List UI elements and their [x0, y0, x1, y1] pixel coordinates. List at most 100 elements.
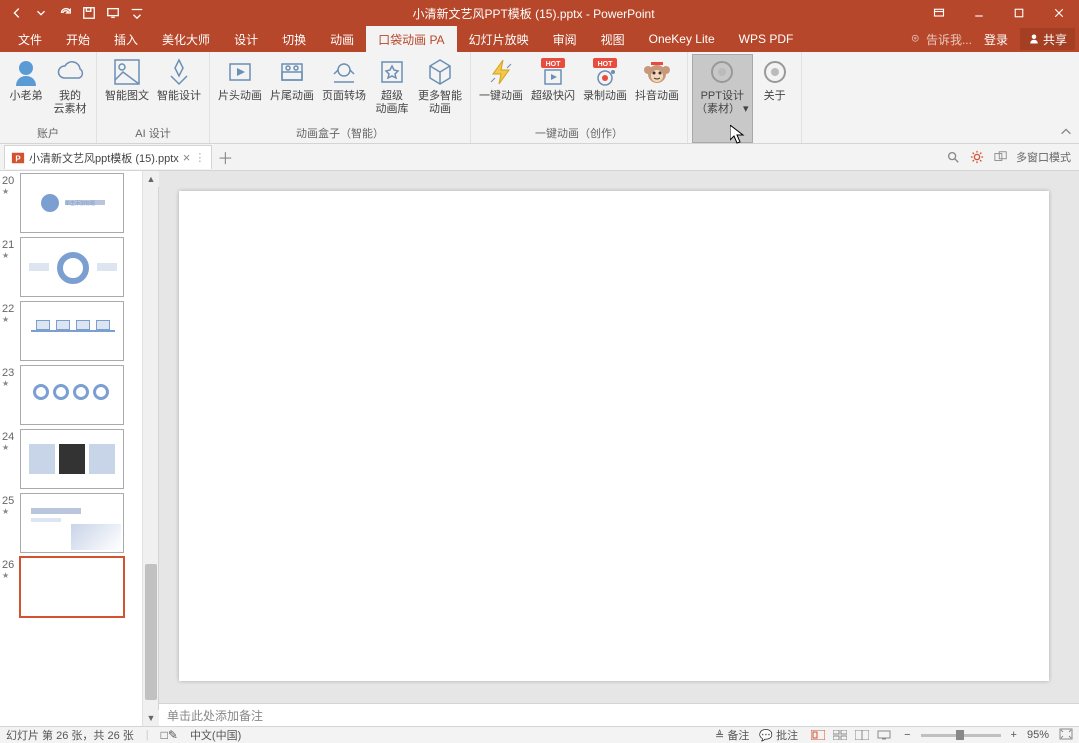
- menu-tab-3[interactable]: 美化大师: [150, 26, 222, 52]
- reading-view-icon[interactable]: [852, 728, 872, 742]
- comments-toggle[interactable]: 💬 批注: [759, 727, 798, 743]
- ribbon-item-label: 抖音动画: [635, 90, 679, 103]
- thumbnail-22[interactable]: 22★: [2, 301, 142, 361]
- language-status[interactable]: 中文(中国): [190, 727, 241, 743]
- thumbnail-26[interactable]: 26★: [2, 557, 142, 617]
- ribbon-item-label: 片尾动画: [270, 90, 314, 103]
- menu-tab-4[interactable]: 设计: [222, 26, 270, 52]
- ribbon-item-3-3[interactable]: 抖音动画: [631, 54, 683, 124]
- thumbnail-24[interactable]: 24★: [2, 429, 142, 489]
- menu-tab-2[interactable]: 插入: [102, 26, 150, 52]
- present-icon[interactable]: [102, 2, 124, 24]
- ribbon-item-4-1[interactable]: 关于: [753, 54, 797, 143]
- ribbon-item-3-1[interactable]: HOT超级快闪: [527, 54, 579, 124]
- ribbon-item-2-1[interactable]: 片尾动画: [266, 54, 318, 124]
- back-icon[interactable]: [6, 2, 28, 24]
- fit-window-icon[interactable]: [1059, 728, 1073, 743]
- scroll-down-icon[interactable]: ▼: [143, 710, 159, 726]
- menu-tab-10[interactable]: 视图: [589, 26, 637, 52]
- spellcheck-icon[interactable]: □✎: [161, 728, 178, 742]
- zoom-out-icon[interactable]: −: [904, 729, 910, 741]
- slide-canvas[interactable]: [179, 191, 1049, 681]
- thumbnail-23[interactable]: 23★: [2, 365, 142, 425]
- zoom-slider[interactable]: [921, 734, 1001, 737]
- notes-toggle[interactable]: ≜ 备注: [715, 727, 749, 743]
- menu-tab-8[interactable]: 幻灯片放映: [457, 26, 541, 52]
- document-tab[interactable]: P 小清新文艺风ppt模板 (15).pptx × ⋮: [4, 145, 212, 169]
- menu-tab-6[interactable]: 动画: [318, 26, 366, 52]
- ribbon-item-0-1[interactable]: 我的 云素材: [48, 54, 92, 124]
- menu-tab-5[interactable]: 切换: [270, 26, 318, 52]
- thumbnail-21[interactable]: 21★: [2, 237, 142, 297]
- menu-tab-9[interactable]: 审阅: [541, 26, 589, 52]
- thumbnail-image[interactable]: [20, 493, 124, 553]
- thumbnail-number: 23★: [2, 365, 20, 388]
- multiwindow-label[interactable]: 多窗口模式: [1016, 149, 1071, 165]
- thumbnail-image[interactable]: 单击添加标题: [20, 173, 124, 233]
- close-icon[interactable]: [1039, 0, 1079, 26]
- thumbnail-25[interactable]: 25★: [2, 493, 142, 553]
- thumbnail-image[interactable]: [20, 301, 124, 361]
- menu-tab-7[interactable]: 口袋动画 PA: [366, 26, 456, 52]
- save-icon[interactable]: [78, 2, 100, 24]
- menu-bar: 文件开始插入美化大师设计切换动画口袋动画 PA幻灯片放映审阅视图OneKey L…: [0, 26, 1079, 52]
- menu-tab-1[interactable]: 开始: [54, 26, 102, 52]
- minimize-icon[interactable]: [959, 0, 999, 26]
- slide-counter[interactable]: 幻灯片 第 26 张，共 26 张: [6, 727, 134, 743]
- redo-icon[interactable]: [54, 2, 76, 24]
- maximize-icon[interactable]: [999, 0, 1039, 26]
- zoom-level[interactable]: 95%: [1027, 729, 1049, 741]
- thumbnail-image[interactable]: [20, 557, 124, 617]
- share-button[interactable]: 共享: [1020, 28, 1075, 50]
- tab-menu-icon[interactable]: ⋮: [194, 151, 205, 164]
- ribbon-item-1-1[interactable]: 智能设计: [153, 54, 205, 124]
- ribbon-item-0-0[interactable]: 小老弟: [4, 54, 48, 124]
- qat-dropdown-icon[interactable]: [30, 2, 52, 24]
- find-icon[interactable]: [944, 148, 962, 166]
- workspace: 20★单击添加标题21★22★ 23★ 24★25★26★ ▲ ▼ 单击此处添加备注: [0, 171, 1079, 726]
- normal-view-icon[interactable]: [808, 728, 828, 742]
- slide-area[interactable]: [159, 171, 1079, 703]
- menu-tab-11[interactable]: OneKey Lite: [637, 26, 727, 52]
- ribbon-item-2-3[interactable]: 超级 动画库: [370, 54, 414, 124]
- ribbon-group-label: 一键动画（创作）: [475, 124, 683, 143]
- zoom-in-icon[interactable]: +: [1011, 729, 1017, 741]
- ribbon-options-icon[interactable]: [919, 0, 959, 26]
- scroll-up-icon[interactable]: ▲: [143, 171, 159, 187]
- zoom-handle[interactable]: [956, 730, 964, 740]
- thumbnail-image[interactable]: [20, 429, 124, 489]
- ribbon-item-2-4[interactable]: 更多智能 动画: [414, 54, 466, 124]
- status-bar: 幻灯片 第 26 张，共 26 张 | □✎ 中文(中国) ≜ 备注 💬 批注 …: [0, 726, 1079, 743]
- editor-scrollbar-vertical[interactable]: [1061, 171, 1079, 703]
- notes-pane[interactable]: 单击此处添加备注: [159, 703, 1079, 726]
- ribbon-item-2-0[interactable]: 片头动画: [214, 54, 266, 124]
- ribbon-item-4-0[interactable]: PPT设计 （素材） ▾: [692, 54, 753, 143]
- close-tab-icon[interactable]: ×: [183, 150, 191, 165]
- window-controls: [919, 0, 1079, 26]
- thumbnail-image[interactable]: [20, 237, 124, 297]
- ribbon-item-2-2[interactable]: 页面转场: [318, 54, 370, 124]
- multiwindow-icon[interactable]: [992, 148, 1010, 166]
- cloud-icon: [54, 56, 86, 88]
- thumbnail-scrollbar[interactable]: ▲ ▼: [142, 171, 158, 726]
- settings-icon[interactable]: [968, 148, 986, 166]
- scroll-thumb[interactable]: [145, 564, 157, 700]
- ribbon-item-label: 关于: [764, 90, 786, 103]
- ribbon-item-1-0[interactable]: 智能图文: [101, 54, 153, 124]
- qat-more-icon[interactable]: [126, 2, 148, 24]
- svg-text:P: P: [15, 154, 20, 163]
- menu-tab-12[interactable]: WPS PDF: [727, 26, 806, 52]
- tell-me-search[interactable]: 告诉我...: [910, 31, 972, 48]
- login-button[interactable]: 登录: [984, 31, 1008, 48]
- thumbnail-20[interactable]: 20★单击添加标题: [2, 173, 142, 233]
- add-tab-button[interactable]: ＋: [212, 145, 238, 169]
- ribbon-item-3-2[interactable]: HOT录制动画: [579, 54, 631, 124]
- film1-icon: [224, 56, 256, 88]
- sorter-view-icon[interactable]: [830, 728, 850, 742]
- thumbnail-image[interactable]: [20, 365, 124, 425]
- transition-icon: [328, 56, 360, 88]
- slideshow-view-icon[interactable]: [874, 728, 894, 742]
- collapse-ribbon-icon[interactable]: [1059, 125, 1075, 141]
- menu-tab-0[interactable]: 文件: [6, 26, 54, 52]
- ribbon-item-3-0[interactable]: 一键动画: [475, 54, 527, 124]
